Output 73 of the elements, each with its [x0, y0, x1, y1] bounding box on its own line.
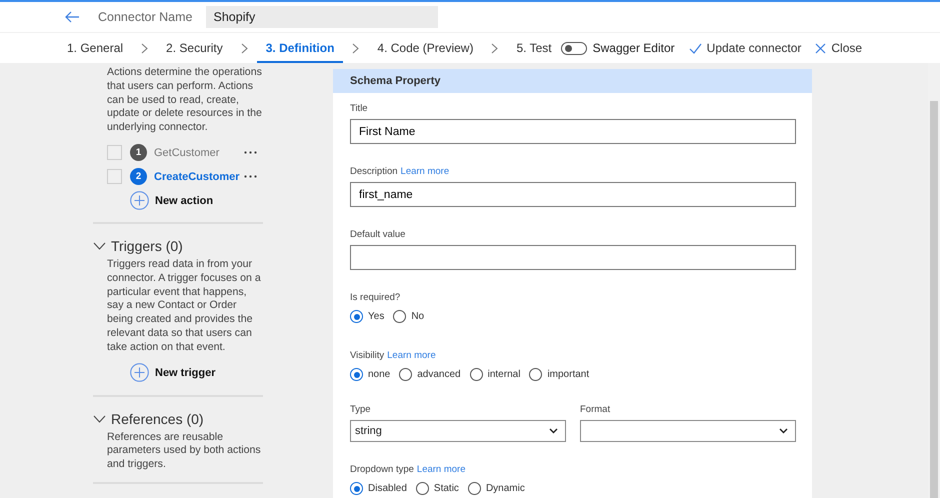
- caret-icon: [779, 428, 788, 434]
- radio-label[interactable]: Yes: [368, 311, 384, 322]
- field-label: Type: [350, 404, 371, 415]
- more-icon[interactable]: [244, 151, 257, 154]
- chevron-icon: [240, 42, 248, 54]
- section-description: References are reusable parameters used by both actions and triggers.: [106, 430, 262, 472]
- dropdown-field[interactable]: string: [350, 420, 566, 442]
- connector-name-field[interactable]: Shopify: [206, 6, 438, 28]
- radio-button[interactable]: [416, 482, 429, 495]
- field-label: Description: [350, 166, 398, 177]
- add-icon: [130, 363, 149, 382]
- radio-button[interactable]: [529, 368, 542, 381]
- checkbox[interactable]: [107, 169, 122, 184]
- radio-label[interactable]: important: [547, 369, 590, 380]
- radio-button[interactable]: [468, 482, 481, 495]
- step-tab[interactable]: 2. Security: [157, 33, 232, 63]
- field-label: Dropdown type: [350, 464, 414, 475]
- step-tab[interactable]: 4. Code (Preview): [368, 33, 482, 63]
- toggle-switch[interactable]: [560, 42, 587, 54]
- action-item[interactable]: GetCustomer: [154, 146, 244, 159]
- step-number: 2: [130, 168, 147, 186]
- section-title[interactable]: References (0): [111, 410, 204, 427]
- chevron-icon: [352, 42, 360, 54]
- text-field[interactable]: First Name: [350, 119, 796, 144]
- step-tab[interactable]: 1. General: [58, 33, 132, 63]
- radio-button[interactable]: [470, 368, 483, 381]
- field-label: Title: [350, 103, 368, 114]
- section-description: Actions determine the operations that users can perform. Actions can be used to read, create, update or delete resources in the underlying connector.: [106, 66, 263, 135]
- field-label: Is required?: [350, 292, 400, 303]
- step-number: 1: [130, 144, 147, 162]
- close-icon: [815, 42, 826, 54]
- chevron-icon[interactable]: [93, 242, 106, 250]
- radio-label[interactable]: Static: [434, 483, 459, 494]
- command-button[interactable]: Close: [831, 41, 862, 55]
- radio-label[interactable]: none: [368, 369, 390, 380]
- chevron-icon: [491, 42, 498, 54]
- section-description: Triggers read data in from your connector. A trigger focuses on a particular event that happens, say a new Contact or Order being created and provides the relevant data so that users can take action on that event.: [106, 258, 262, 355]
- radio-label[interactable]: No: [411, 311, 424, 322]
- caret-icon: [549, 428, 558, 434]
- add-icon: [130, 191, 149, 210]
- learn-more-link[interactable]: Learn more: [387, 350, 436, 361]
- step-tab[interactable]: 5. Test: [507, 33, 561, 63]
- add-trigger-button[interactable]: New trigger: [155, 366, 216, 379]
- back-icon[interactable]: [65, 11, 79, 23]
- check-icon: [688, 42, 702, 54]
- radio-label[interactable]: Disabled: [368, 483, 407, 494]
- learn-more-link[interactable]: Learn more: [400, 166, 450, 177]
- command-button[interactable]: Update connector: [706, 41, 802, 55]
- radio-button[interactable]: [393, 310, 406, 323]
- radio-label[interactable]: advanced: [417, 369, 461, 380]
- radio-label[interactable]: Dynamic: [486, 483, 525, 494]
- section-title[interactable]: Triggers (0): [111, 238, 183, 254]
- radio-button[interactable]: [350, 368, 363, 381]
- radio-button[interactable]: [350, 482, 363, 495]
- field-label: Format: [580, 404, 610, 415]
- text-field[interactable]: [350, 245, 796, 270]
- text-field[interactable]: first_name: [350, 182, 796, 207]
- chevron-icon: [141, 42, 148, 54]
- action-item[interactable]: CreateCustomer: [154, 170, 244, 183]
- learn-more-link[interactable]: Learn more: [416, 464, 466, 475]
- more-icon[interactable]: [244, 175, 257, 178]
- field-label: Default value: [350, 229, 406, 240]
- chevron-icon[interactable]: [93, 414, 106, 423]
- radio-button[interactable]: [399, 368, 412, 381]
- add-action-button[interactable]: New action: [155, 194, 214, 207]
- panel-header: Schema Property: [333, 69, 812, 93]
- radio-label[interactable]: internal: [488, 369, 520, 380]
- toggle-label: Swagger Editor: [592, 41, 675, 55]
- radio-button[interactable]: [350, 310, 363, 323]
- field-label: Visibility: [350, 350, 384, 361]
- field-label: Connector Name: [98, 10, 192, 24]
- dropdown-field[interactable]: [580, 420, 796, 442]
- checkbox[interactable]: [107, 145, 122, 160]
